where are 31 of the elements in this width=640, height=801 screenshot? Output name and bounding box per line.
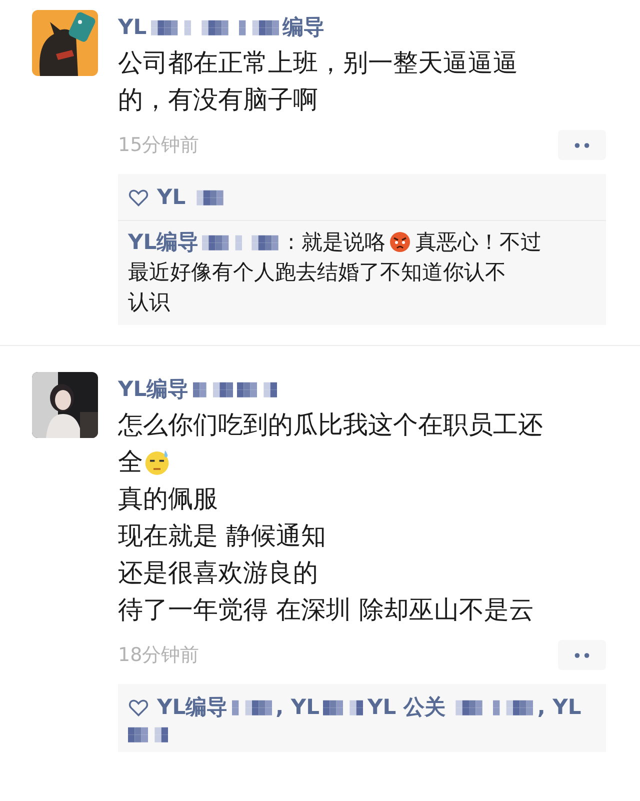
angry-face-icon (388, 230, 412, 254)
liker-name[interactable]: YL编导 (157, 692, 228, 722)
heart-icon (128, 188, 149, 206)
post-text: 全 (118, 446, 143, 478)
liker-name[interactable]: , YL (537, 692, 582, 722)
sweat-face-icon (143, 448, 171, 476)
comment-text: 最近好像有个人跑去结婚了不知道你认不 (128, 259, 506, 286)
dots-icon (574, 142, 590, 148)
commenter-name[interactable]: YL编导 (128, 227, 199, 257)
comment-text: : 就是说咯 (288, 229, 386, 256)
dots-icon (574, 652, 590, 658)
post-text: 还是很喜欢游良的 (118, 557, 318, 589)
comment-text: 真恶心！不过 (415, 229, 542, 256)
author-name[interactable]: YL (118, 15, 147, 39)
heart-icon (128, 698, 149, 716)
post-time: 18分钟前 (118, 643, 200, 668)
post-text: 怎么你们吃到的瓜比我这个在职员工还 (118, 409, 543, 441)
liker-name[interactable]: YL 公关 (367, 692, 446, 722)
author-name[interactable]: YL编导 (118, 375, 189, 403)
post-text: 的，有没有脑子啊 (118, 84, 318, 116)
liker-name[interactable]: YL (157, 182, 186, 212)
more-button[interactable] (558, 130, 606, 160)
liker-name[interactable]: , YL (276, 692, 320, 722)
comment-text: 认识 (128, 289, 170, 316)
post-text: 现在就是 静候通知 (118, 520, 326, 552)
post-text: 真的佩服 (118, 483, 218, 515)
post-time: 15分钟前 (118, 133, 200, 158)
post-text: 待了一年觉得 在深圳 除却巫山不是云 (118, 594, 534, 626)
more-button[interactable] (558, 640, 606, 670)
post-text: 公司都在正常上班，别一整天逼逼逼 (118, 47, 518, 79)
author-name[interactable]: 编导 (282, 13, 325, 41)
